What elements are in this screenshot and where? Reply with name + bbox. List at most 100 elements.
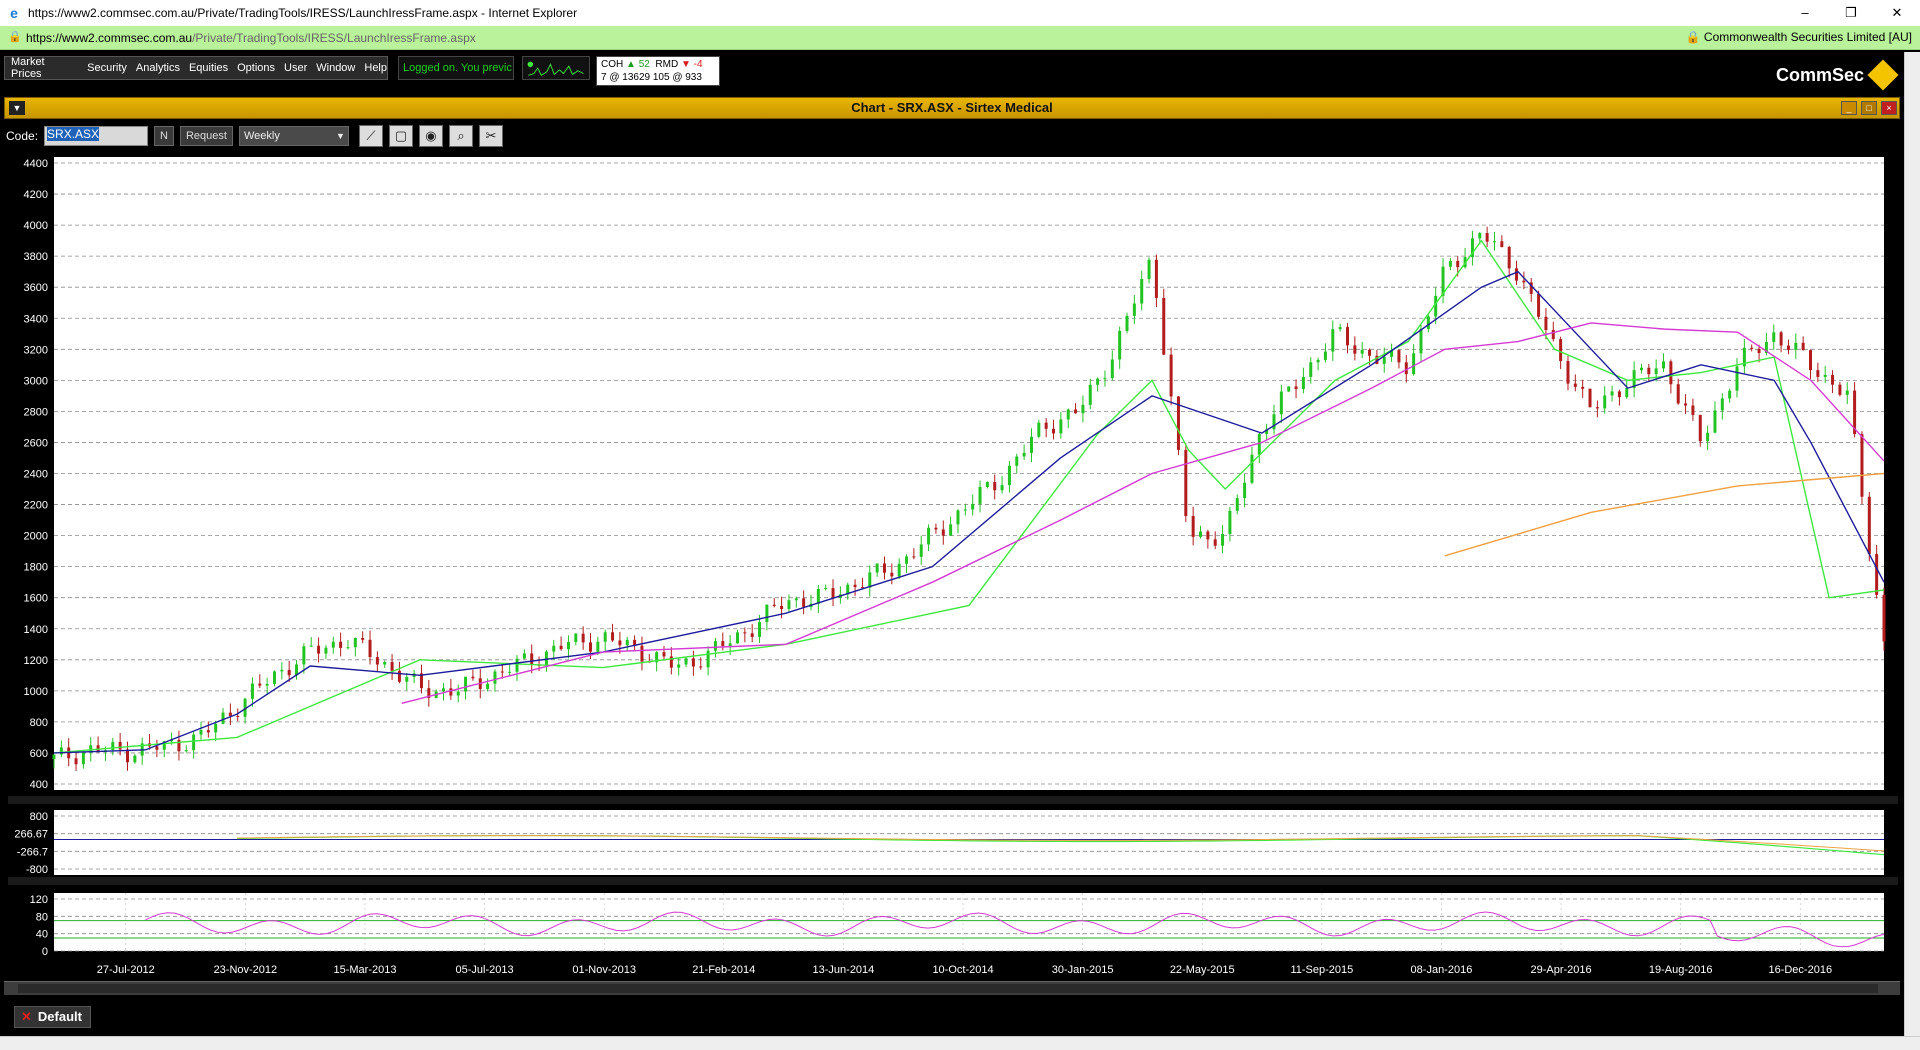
candle-body — [317, 645, 321, 654]
default-layout-tab[interactable]: ✕ Default — [14, 1006, 91, 1028]
candle-body — [1397, 350, 1401, 363]
candle-body — [177, 739, 181, 752]
candle-body — [1088, 384, 1092, 405]
menu-item-analytics[interactable]: Analytics — [136, 62, 180, 74]
code-label: Code: — [6, 129, 39, 143]
chart-close-button[interactable]: × — [1881, 101, 1897, 115]
candle-body — [552, 645, 556, 652]
candle-body — [1838, 384, 1842, 395]
x-tick-label: 30-Jan-2015 — [1052, 964, 1114, 976]
candle-body — [383, 662, 387, 665]
tools-icon[interactable]: ✂ — [478, 125, 503, 147]
menu-item-security[interactable]: Security — [87, 62, 127, 74]
macd-tick-label: -800 — [26, 864, 48, 876]
menu-item-equities[interactable]: Equities — [189, 62, 228, 74]
candle-body — [1066, 409, 1070, 420]
code-value: SRX.ASX — [47, 127, 100, 141]
candle-body — [1081, 404, 1085, 414]
candle-body — [1162, 297, 1166, 355]
candle-body — [1713, 410, 1717, 433]
candle-body — [875, 563, 879, 573]
browser-vertical-scrollbar[interactable] — [1904, 52, 1920, 1036]
candle-body — [361, 637, 365, 640]
candle-body — [1074, 409, 1078, 414]
ticker-panel[interactable]: COH ▲ 52 RMD ▼ -4 7 @ 13629 105 @ 933 — [596, 56, 720, 86]
candle-body — [772, 604, 776, 606]
candle-body — [1000, 485, 1004, 491]
restore-button[interactable]: ❐ — [1828, 0, 1874, 26]
main-menu: Market Prices Security Analytics Equities Op… — [4, 56, 388, 80]
window-controls: – ❐ ✕ — [1782, 0, 1920, 26]
up-arrow-icon: ▲ — [626, 59, 636, 70]
candle-body — [405, 677, 409, 682]
request-button[interactable]: Request — [179, 126, 233, 146]
candle-body — [1147, 259, 1151, 280]
x-tick-label: 11-Sep-2015 — [1290, 964, 1353, 976]
period-select[interactable]: Weekly ▼ — [238, 126, 349, 146]
candle-body — [1456, 260, 1460, 268]
zoom-icon[interactable]: ⌕ — [448, 125, 473, 147]
candle-body — [59, 747, 63, 755]
rsi-tick-label: 0 — [42, 946, 48, 958]
candle-body — [1662, 361, 1666, 369]
page-icon[interactable]: ▢ — [388, 125, 413, 147]
candle-body — [1728, 390, 1732, 399]
y-tick-label: 4200 — [24, 189, 48, 201]
candle-body — [1287, 386, 1291, 392]
candle-body — [346, 647, 350, 649]
candle-body — [471, 676, 475, 679]
candle-body — [1647, 367, 1651, 375]
url-text[interactable]: https://www2.commsec.com.au/Private/Trad… — [26, 31, 476, 45]
macd-panel-background — [54, 810, 1884, 875]
candle-body — [1199, 531, 1203, 537]
chart-scrollbar[interactable] — [4, 981, 1900, 995]
candle-body — [890, 572, 894, 577]
chart-scrollbar-thumb[interactable] — [18, 984, 1878, 993]
y-tick-label: 1200 — [24, 655, 48, 667]
candle-body — [1272, 414, 1276, 430]
chart-maximize-button[interactable]: □ — [1861, 101, 1877, 115]
candle-body — [1537, 293, 1541, 317]
security-identity[interactable]: 🔒 Commonwealth Securities Limited [AU] — [1686, 30, 1912, 44]
candle-body — [1867, 496, 1871, 555]
candle-body — [1419, 328, 1423, 354]
y-tick-label: 2200 — [24, 500, 48, 512]
menu-item-options[interactable]: Options — [237, 62, 275, 74]
candle-body — [1706, 432, 1710, 442]
candle-body — [905, 556, 909, 564]
close-icon[interactable]: ✕ — [21, 1007, 32, 1027]
candle-body — [1595, 407, 1599, 409]
y-tick-label: 2800 — [24, 406, 48, 418]
palette-icon[interactable]: ◉ — [418, 125, 443, 147]
candle-body — [1801, 342, 1805, 351]
menu-item-help[interactable]: Help — [364, 62, 387, 74]
candle-body — [1338, 327, 1342, 330]
period-value: Weekly — [243, 130, 280, 142]
code-input[interactable]: SRX.ASX — [44, 126, 149, 146]
candle-body — [375, 657, 379, 665]
candle-body — [699, 666, 703, 668]
n-button[interactable]: N — [154, 126, 174, 146]
x-tick-label: 27-Jul-2012 — [97, 964, 155, 976]
candle-body — [1382, 356, 1386, 364]
menu-item-window[interactable]: Window — [316, 62, 355, 74]
candle-body — [184, 750, 188, 752]
candle-body — [1831, 374, 1835, 385]
menu-item-user[interactable]: User — [284, 62, 307, 74]
candle-body — [566, 641, 570, 650]
candle-body — [1794, 342, 1798, 350]
address-bar[interactable]: 🔒 https://www2.commsec.com.au/Private/Tr… — [0, 26, 1920, 50]
price-chart[interactable]: 4006008001000120014001600180020002200240… — [4, 151, 1900, 981]
x-tick-label: 21-Feb-2014 — [692, 964, 755, 976]
chart-window-title: Chart - SRX.ASX - Sirtex Medical — [851, 100, 1053, 115]
candle-body — [1625, 387, 1629, 398]
browser-horizontal-scrollbar[interactable] — [0, 1036, 1920, 1050]
chevron-down-icon: ▼ — [336, 131, 345, 141]
chart-type-icon[interactable]: ⟋ — [358, 125, 383, 147]
candle-body — [1044, 422, 1048, 429]
chart-minimize-button[interactable]: _ — [1841, 101, 1857, 115]
minimize-button[interactable]: – — [1782, 0, 1828, 26]
menu-item-market-prices[interactable]: Market Prices — [11, 56, 78, 80]
ticker-code-2: RMD — [655, 59, 679, 70]
close-button[interactable]: ✕ — [1874, 0, 1920, 26]
